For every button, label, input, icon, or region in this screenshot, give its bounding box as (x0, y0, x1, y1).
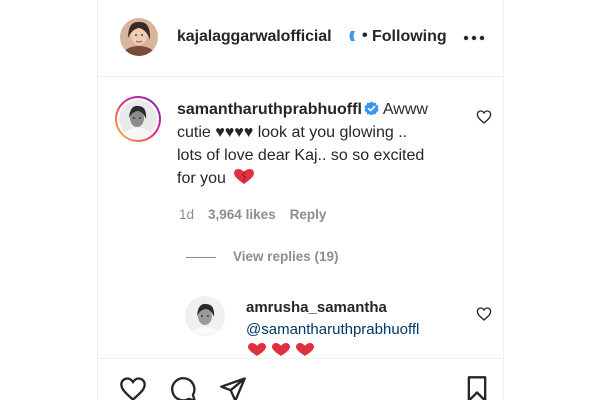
verified-badge-icon (349, 31, 355, 41)
action-bar (98, 358, 503, 400)
reply-button[interactable]: Reply (290, 207, 327, 222)
reply-mention-link[interactable]: @samantharuthprabhuoffl (246, 321, 419, 338)
separator-dot: • (362, 27, 368, 44)
comment-age: 1d (179, 207, 195, 222)
like-heart-icon[interactable] (119, 375, 147, 400)
comment-icon[interactable] (169, 375, 197, 400)
comment-text-line: Awww (382, 101, 428, 118)
heart-outline-icon[interactable] (476, 109, 492, 125)
comment-text: samantharuthprabhuoffl Awww cutie ♥♥♥♥ lo… (177, 98, 477, 190)
commenter-username[interactable]: samantharuthprabhuoffl (177, 101, 362, 118)
reply-username[interactable]: amrusha_samantha (246, 299, 387, 316)
post-panel: kajalaggarwalofficial • Following samant… (97, 0, 504, 400)
heart-red-emoji-icon (248, 343, 314, 356)
following-button[interactable]: Following (372, 28, 447, 46)
verified-badge-icon (364, 101, 379, 116)
comment-text-line: cutie ♥♥♥♥ look at you glowing .. (177, 124, 408, 141)
heart-red-emoji-icon (234, 169, 255, 184)
share-icon[interactable] (219, 375, 247, 400)
comment-text-line: for you (177, 170, 226, 187)
heart-outline-icon[interactable] (476, 306, 492, 322)
author-avatar[interactable] (120, 18, 158, 56)
author-username[interactable]: kajalaggarwalofficial (177, 28, 332, 46)
view-replies-button[interactable]: View replies (19) (233, 249, 339, 264)
reply-avatar[interactable] (185, 296, 225, 336)
comment-text-line: lots of love dear Kaj.. so so excited (177, 147, 425, 164)
comment-likes[interactable]: 3,964 likes (208, 207, 276, 222)
comment-meta: 1d 3,964 likes Reply (179, 207, 340, 222)
post-header: kajalaggarwalofficial • Following (98, 0, 503, 77)
replies-divider (186, 257, 216, 258)
bookmark-icon[interactable] (463, 375, 491, 400)
commenter-avatar[interactable] (115, 96, 161, 142)
more-icon[interactable] (462, 33, 486, 43)
